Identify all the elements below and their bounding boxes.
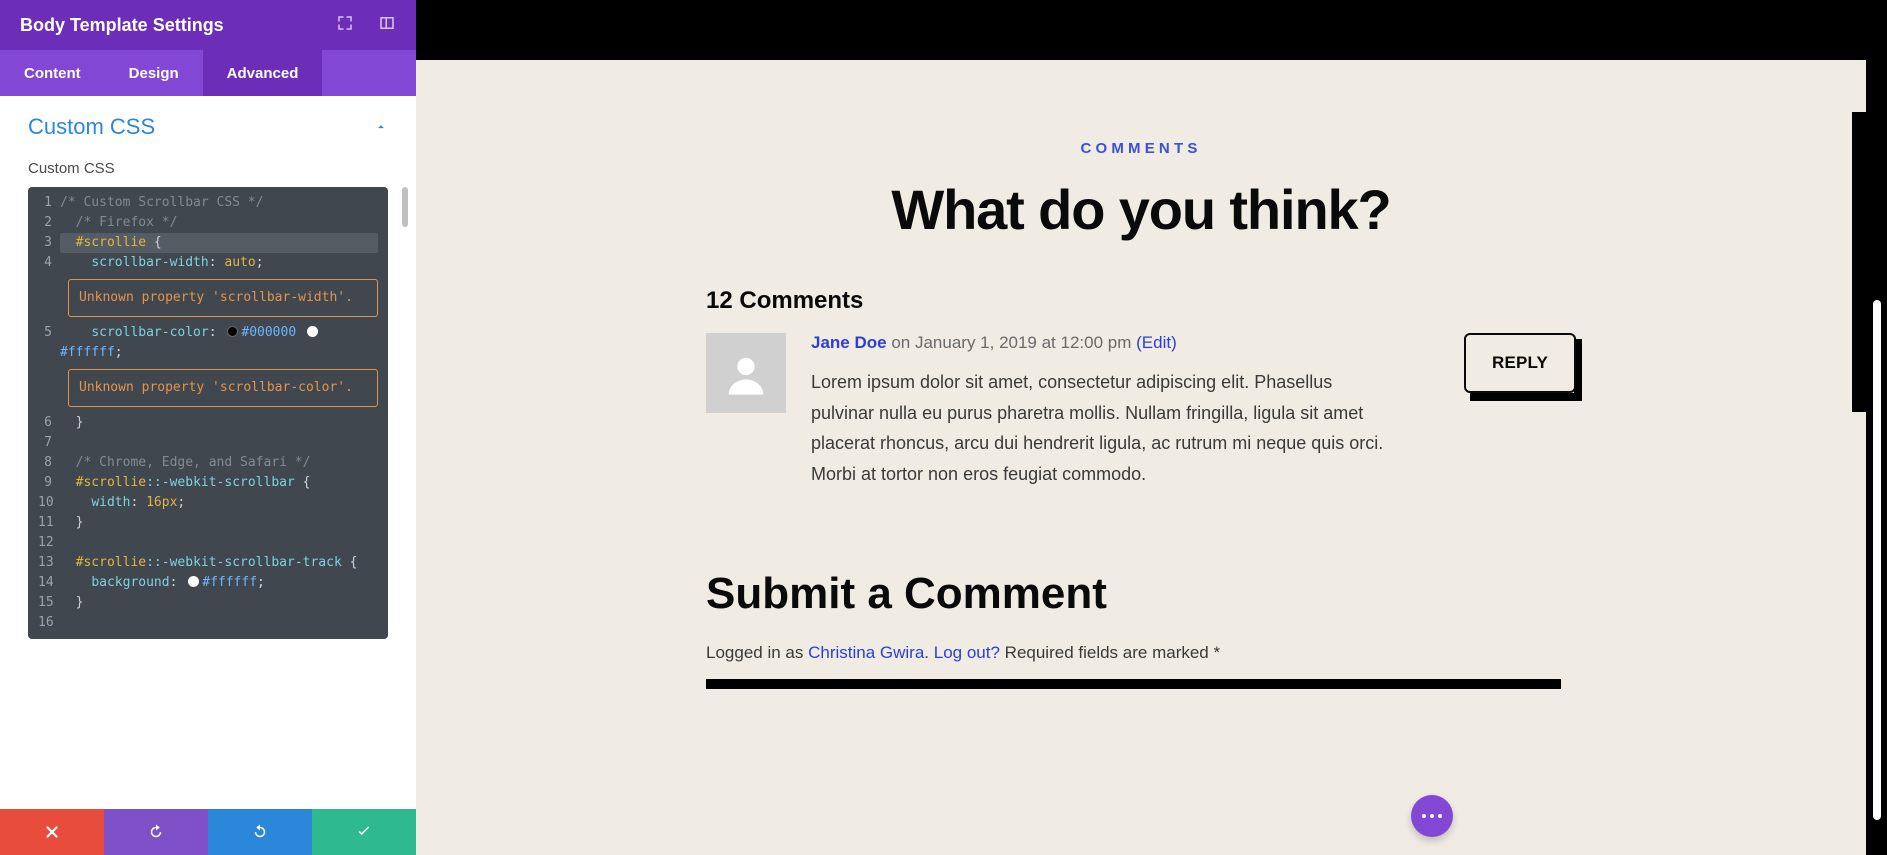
accent-bar	[1852, 112, 1866, 412]
css-code-editor[interactable]: 1/* Custom Scrollbar CSS */ 2 /* Firefox…	[28, 187, 388, 639]
color-swatch-icon	[227, 326, 238, 337]
sidebar-footer	[0, 809, 416, 855]
comment-text: Lorem ipsum dolor sit amet, consectetur …	[811, 367, 1391, 489]
cancel-button[interactable]	[0, 809, 104, 855]
login-status: Logged in as Christina Gwira. Log out? R…	[706, 643, 1576, 663]
page-canvas: COMMENTS What do you think? 12 Comments …	[416, 60, 1866, 855]
editor-scrollbar[interactable]	[402, 187, 408, 227]
section-header[interactable]: Custom CSS	[28, 114, 388, 140]
comment-edit-link[interactable]: (Edit)	[1136, 333, 1177, 352]
comment-meta: Jane Doe on January 1, 2019 at 12:00 pm …	[811, 333, 1439, 353]
submit-heading: Submit a Comment	[706, 569, 1576, 619]
comment-author-link[interactable]: Jane Doe	[811, 333, 887, 352]
lint-warning: Unknown property 'scrollbar-width'.	[68, 279, 378, 317]
comment-textarea[interactable]	[706, 679, 1561, 689]
chevron-up-icon	[374, 114, 388, 140]
color-swatch-icon	[188, 576, 199, 587]
tab-advanced[interactable]: Advanced	[203, 50, 323, 96]
redo-button[interactable]	[208, 809, 312, 855]
divi-actions-button[interactable]	[1411, 795, 1453, 837]
user-link[interactable]: Christina Gwira	[808, 643, 924, 662]
comment-date: on January 1, 2019 at 12:00 pm	[891, 333, 1131, 352]
expand-icon[interactable]	[336, 14, 354, 37]
save-button[interactable]	[312, 809, 416, 855]
undo-button[interactable]	[104, 809, 208, 855]
lint-warning: Unknown property 'scrollbar-color'.	[68, 369, 378, 407]
settings-sidebar: Body Template Settings Content Design Ad…	[0, 0, 416, 855]
page-scrollbar[interactable]	[1873, 300, 1881, 820]
preview-pane[interactable]: COMMENTS What do you think? 12 Comments …	[416, 0, 1887, 855]
sidebar-title: Body Template Settings	[20, 15, 224, 36]
reply-button[interactable]: REPLY	[1464, 333, 1576, 393]
logout-link[interactable]: Log out?	[934, 643, 1000, 662]
eyebrow-text: COMMENTS	[706, 140, 1576, 157]
comment-item: Jane Doe on January 1, 2019 at 12:00 pm …	[706, 333, 1576, 489]
avatar	[706, 333, 786, 413]
tab-content[interactable]: Content	[0, 50, 105, 96]
panel-body[interactable]: Custom CSS Custom CSS 1/* Custom Scrollb…	[0, 96, 416, 809]
comments-count: 12 Comments	[706, 287, 1576, 315]
comments-heading: What do you think?	[706, 177, 1576, 242]
section-title-text: Custom CSS	[28, 114, 155, 140]
tab-design[interactable]: Design	[105, 50, 203, 96]
color-swatch-icon	[307, 326, 318, 337]
avatar-placeholder-icon	[720, 347, 772, 399]
field-label: Custom CSS	[28, 160, 388, 177]
panel-toggle-icon[interactable]	[378, 14, 396, 37]
sidebar-header: Body Template Settings	[0, 0, 416, 50]
tabs: Content Design Advanced	[0, 50, 416, 96]
